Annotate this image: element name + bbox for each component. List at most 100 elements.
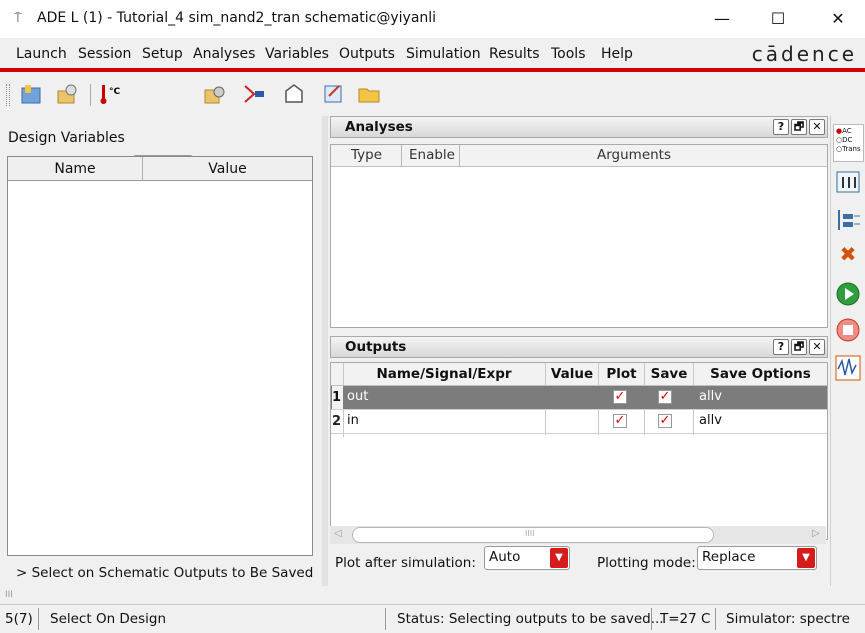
status-divider <box>651 608 652 630</box>
design-variables-title: Design Variables <box>8 130 125 146</box>
column-divider <box>401 145 402 167</box>
analyses-table[interactable]: Type Enable Arguments <box>330 144 828 328</box>
menu-analyses[interactable]: Analyses <box>193 46 255 62</box>
output-row[interactable]: 1 out ✓ ✓ allv <box>331 386 827 410</box>
status-divider <box>38 608 39 630</box>
menu-outputs[interactable]: Outputs <box>339 46 395 62</box>
help-icon[interactable]: ? <box>773 119 789 135</box>
output-name[interactable]: in <box>347 413 359 428</box>
temperature-icon: °C <box>98 80 126 108</box>
outputs-header: Name/Signal/Expr Value Plot Save Save Op… <box>331 363 827 386</box>
outputs-table[interactable]: Name/Signal/Expr Value Plot Save Save Op… <box>330 362 828 540</box>
column-save[interactable]: Save <box>645 366 693 382</box>
analyses-dock-header: Analyses ? 🗗 ✕ <box>330 116 828 138</box>
scroll-right-icon[interactable]: ▷ <box>812 528 820 539</box>
analyses-title: Analyses <box>345 119 413 135</box>
menu-session[interactable]: Session <box>78 46 131 62</box>
open-folder-icon[interactable] <box>356 80 384 108</box>
window-title: ADE L (1) - Tutorial_4 sim_nand2_tran sc… <box>37 10 437 26</box>
menu-simulation[interactable]: Simulation <box>406 46 481 62</box>
scroll-grip: IIII <box>525 529 535 538</box>
float-icon[interactable]: 🗗 <box>791 119 807 135</box>
outputs-title: Outputs <box>345 339 407 355</box>
save-options[interactable]: allv <box>699 389 722 404</box>
menu-tools[interactable]: Tools <box>551 46 586 62</box>
menu-variables[interactable]: Variables <box>265 46 329 62</box>
netlist-icon[interactable] <box>240 80 268 108</box>
row-number: 1 <box>332 386 343 409</box>
open-state-icon[interactable] <box>17 80 45 108</box>
temperature-unit: °C <box>109 87 121 97</box>
column-save-options[interactable]: Save Options <box>694 366 827 382</box>
column-enable[interactable]: Enable <box>409 147 455 163</box>
delete-icon[interactable]: ✖ <box>834 240 862 268</box>
float-icon[interactable]: 🗗 <box>791 339 807 355</box>
analysis-option-trans[interactable]: ○Trans <box>836 145 861 154</box>
chevron-down-icon[interactable]: ▼ <box>797 548 815 568</box>
status-message: Status: Selecting outputs to be saved... <box>397 611 664 627</box>
toolbar: °C 27 <box>0 72 865 182</box>
menu-launch[interactable]: Launch <box>16 46 67 62</box>
maximize-button[interactable]: ☐ <box>750 4 806 34</box>
plotting-mode-value: Replace <box>702 549 756 565</box>
column-plot[interactable]: Plot <box>599 366 644 382</box>
save-options[interactable]: allv <box>699 413 722 428</box>
column-name-signal-expr[interactable]: Name/Signal/Expr <box>343 366 545 382</box>
status-temperature: T=27 C <box>660 611 711 627</box>
load-icon[interactable] <box>53 80 81 108</box>
plot-after-simulation-select[interactable]: Auto ▼ <box>484 546 570 570</box>
plot-checkbox[interactable]: ✓ <box>613 414 627 428</box>
plotting-mode-select[interactable]: Replace ▼ <box>697 546 817 570</box>
resize-grip[interactable]: III <box>5 590 13 600</box>
column-value[interactable]: Value <box>546 366 598 382</box>
help-icon[interactable]: ? <box>773 339 789 355</box>
save-checkbox[interactable]: ✓ <box>658 414 672 428</box>
pane-splitter[interactable] <box>322 116 328 586</box>
column-value[interactable]: Value <box>143 161 312 177</box>
analysis-option-dc[interactable]: ○DC <box>836 136 861 145</box>
close-dock-icon[interactable]: ✕ <box>809 119 825 135</box>
scrollbar-thumb[interactable]: IIII <box>352 527 714 543</box>
design-variables-table[interactable]: Name Value <box>7 156 313 556</box>
stimulus-icon[interactable] <box>280 80 308 108</box>
column-divider <box>459 145 460 167</box>
column-type[interactable]: Type <box>351 147 382 163</box>
status-divider <box>715 608 716 630</box>
app-icon: ⍑ <box>14 11 22 26</box>
output-name[interactable]: out <box>347 389 368 404</box>
analysis-option-ac[interactable]: ●AC <box>836 127 861 136</box>
setup-model-icon[interactable] <box>201 80 229 108</box>
right-toolbar: ●AC ○DC ○Trans ✖ <box>830 116 865 586</box>
toolbar-separator <box>90 84 91 106</box>
menu-setup[interactable]: Setup <box>142 46 183 62</box>
menu-help[interactable]: Help <box>601 46 633 62</box>
edit-variables-icon[interactable] <box>320 80 348 108</box>
outputs-horizontal-scrollbar[interactable]: ◁ IIII ▷ <box>330 526 826 544</box>
stop-simulation-icon[interactable] <box>834 316 862 344</box>
close-button[interactable]: ✕ <box>810 4 865 34</box>
column-name[interactable]: Name <box>8 161 142 177</box>
scroll-left-icon[interactable]: ◁ <box>334 528 342 539</box>
menu-results[interactable]: Results <box>489 46 540 62</box>
close-dock-icon[interactable]: ✕ <box>809 339 825 355</box>
save-checkbox[interactable]: ✓ <box>658 390 672 404</box>
menu-bar: Launch Session Setup Analyses Variables … <box>0 38 865 68</box>
plot-checkbox[interactable]: ✓ <box>613 390 627 404</box>
chevron-down-icon[interactable]: ▼ <box>550 548 568 568</box>
output-row[interactable]: 2 in ✓ ✓ allv <box>331 410 827 434</box>
design-variables-header: Name Value <box>8 157 312 181</box>
column-arguments[interactable]: Arguments <box>597 147 671 163</box>
parameters-icon[interactable] <box>834 206 862 234</box>
analysis-type-selector[interactable]: ●AC ○DC ○Trans <box>833 124 864 162</box>
run-simulation-icon[interactable] <box>834 280 862 308</box>
choose-analyses-icon[interactable] <box>834 168 862 196</box>
select-outputs-hint: > Select on Schematic Outputs to Be Save… <box>16 565 314 581</box>
minimize-button[interactable]: — <box>694 4 750 34</box>
title-bar: ⍑ ADE L (1) - Tutorial_4 sim_nand2_tran … <box>0 0 865 38</box>
plot-after-simulation-label: Plot after simulation: <box>335 555 476 571</box>
plot-outputs-icon[interactable] <box>834 354 862 382</box>
outputs-dock-header: Outputs ? 🗗 ✕ <box>330 336 828 358</box>
status-bar: 5(7) Select On Design Status: Selecting … <box>0 604 865 633</box>
toolbar-grip <box>6 84 10 106</box>
cadence-logo: cādence <box>751 42 857 66</box>
